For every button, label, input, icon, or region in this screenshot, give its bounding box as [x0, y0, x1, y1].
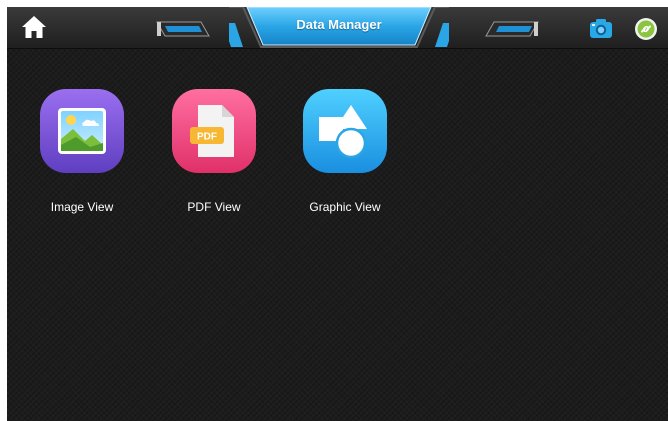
graphic-view-icon	[303, 89, 387, 173]
home-icon	[22, 16, 46, 38]
graphic-view-app[interactable]: Graphic View	[290, 89, 400, 219]
pdf-badge-text: PDF	[197, 132, 217, 143]
left-decor-bracket	[156, 21, 210, 37]
camera-icon	[590, 19, 612, 38]
app-label: Image View	[50, 200, 114, 214]
camera-button[interactable]	[589, 17, 613, 41]
app-label: PDF View	[187, 200, 241, 214]
image-view-app[interactable]: Image View	[27, 89, 137, 219]
home-button[interactable]	[21, 14, 47, 40]
pdf-view-icon: PDF	[172, 89, 256, 173]
link-icon	[635, 18, 657, 40]
screen: Data Manager Image View PDF PDF View Gra…	[7, 7, 668, 421]
top-bar: Data Manager	[7, 7, 668, 49]
app-label: Graphic View	[309, 200, 381, 214]
image-view-icon	[40, 89, 124, 173]
page-title: Data Manager	[296, 17, 382, 32]
right-decor-bracket	[485, 21, 539, 37]
link-button[interactable]	[634, 17, 658, 41]
title-tab: Data Manager	[229, 7, 449, 50]
pdf-view-app[interactable]: PDF PDF View	[159, 89, 269, 219]
